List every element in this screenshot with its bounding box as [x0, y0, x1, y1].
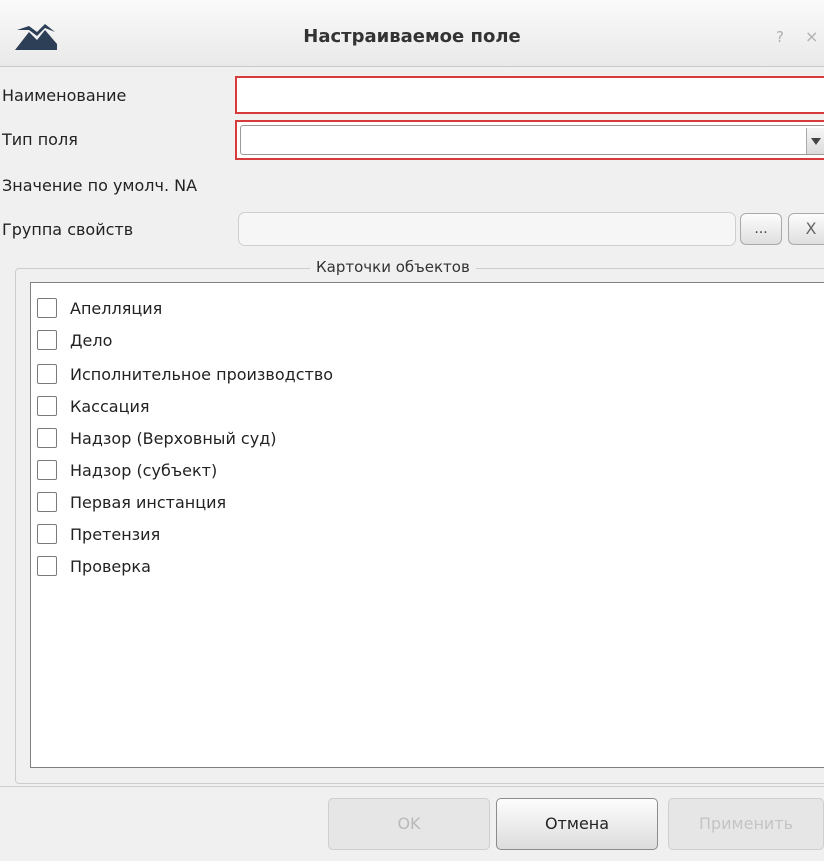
checkbox[interactable] — [37, 330, 57, 350]
default-value-text: NA — [174, 176, 198, 195]
browse-button[interactable]: ... — [740, 213, 782, 245]
checkbox[interactable] — [37, 396, 57, 416]
clear-button[interactable]: X — [788, 213, 824, 245]
list-item[interactable]: Первая инстанция — [37, 490, 226, 514]
list-item[interactable]: Исполнительное производство — [37, 362, 333, 386]
chevron-down-icon[interactable] — [806, 128, 824, 154]
list-item-label: Апелляция — [70, 298, 163, 318]
checkbox[interactable] — [37, 492, 57, 512]
list-item-label: Надзор (субъект) — [70, 460, 218, 480]
list-item-label: Исполнительное производство — [70, 364, 334, 384]
cancel-button[interactable]: Отмена — [496, 798, 658, 850]
list-item[interactable]: Надзор (субъект) — [37, 458, 217, 482]
list-item[interactable]: Апелляция — [37, 296, 162, 320]
footer-divider — [0, 786, 824, 787]
list-item-label: Первая инстанция — [70, 492, 227, 512]
title-bar[interactable]: Настраиваемое поле ? × — [0, 0, 824, 67]
close-button[interactable]: × — [805, 27, 818, 46]
name-field[interactable] — [235, 76, 824, 114]
checkbox[interactable] — [37, 460, 57, 480]
list-item-label: Кассация — [70, 396, 150, 416]
ok-button[interactable]: OK — [328, 798, 490, 850]
object-cards-title: Карточки объектов — [310, 258, 476, 276]
checkbox[interactable] — [37, 364, 57, 384]
type-label: Тип поля — [2, 130, 78, 149]
list-item-label: Претензия — [70, 524, 161, 544]
apply-button[interactable]: Применить — [668, 798, 824, 850]
list-item-label: Проверка — [70, 556, 151, 576]
checkbox[interactable] — [37, 524, 57, 544]
list-item[interactable]: Претензия — [37, 522, 160, 546]
list-item-label: Надзор (Верховный суд) — [70, 428, 277, 448]
field-type-select[interactable] — [235, 120, 824, 160]
name-input[interactable] — [237, 78, 824, 112]
dialog-title: Настраиваемое поле — [303, 26, 521, 47]
list-item[interactable]: Дело — [37, 328, 112, 352]
checkbox[interactable] — [37, 428, 57, 448]
list-item[interactable]: Кассация — [37, 394, 149, 418]
property-group-field[interactable] — [238, 212, 736, 246]
help-button[interactable]: ? — [776, 28, 784, 46]
custom-field-dialog: Настраиваемое поле ? × Наименование Тип … — [0, 0, 824, 861]
checkbox[interactable] — [37, 556, 57, 576]
list-item[interactable]: Надзор (Верховный суд) — [37, 426, 277, 450]
default-label-text: Значение по умолч. — [2, 176, 170, 195]
list-item-label: Дело — [70, 330, 113, 350]
property-group-label: Группа свойств — [2, 220, 134, 239]
checkbox[interactable] — [37, 298, 57, 318]
field-type-value[interactable] — [240, 125, 824, 155]
list-item[interactable]: Проверка — [37, 554, 151, 578]
name-label: Наименование — [2, 86, 127, 105]
default-value-label: Значение по умолч. NA — [2, 176, 197, 195]
